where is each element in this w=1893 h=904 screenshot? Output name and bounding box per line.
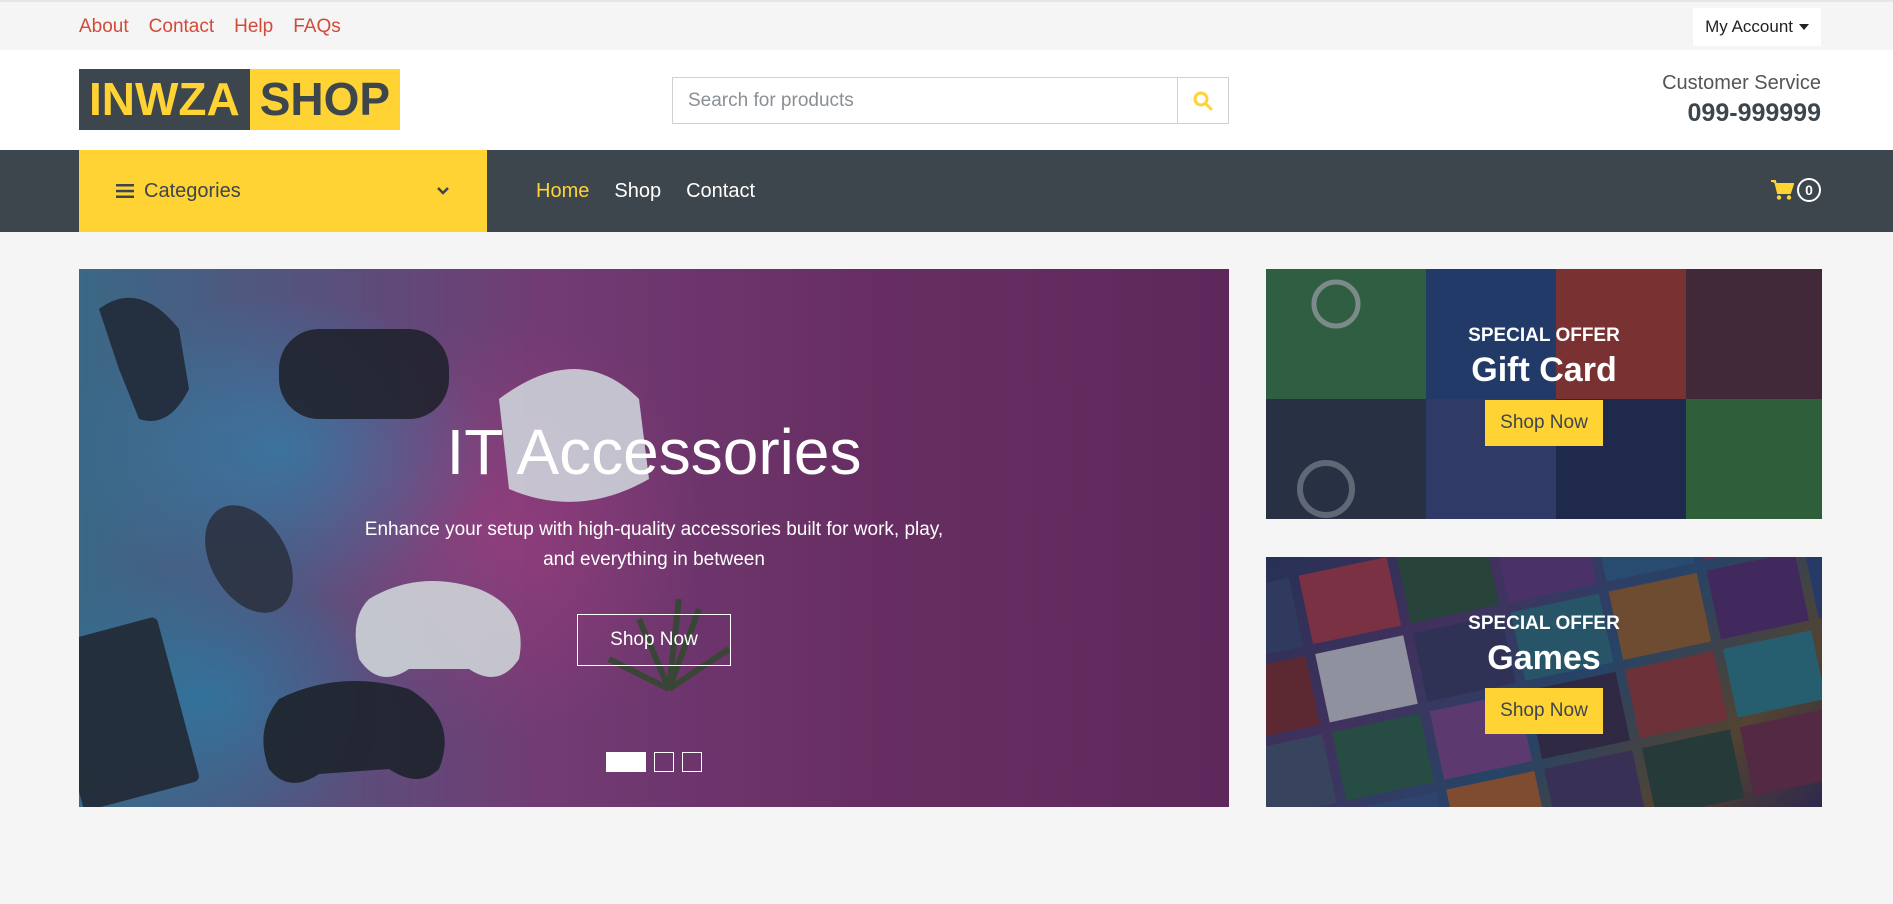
offer-caption: SPECIAL OFFER Gift Card Shop Now <box>1266 325 1822 446</box>
offer-kicker: SPECIAL OFFER <box>1468 613 1620 634</box>
main-navbar: Categories Home Shop Contact 0 <box>0 150 1893 232</box>
top-link-help[interactable]: Help <box>234 16 273 38</box>
customer-service: Customer Service 099-999999 <box>1662 72 1821 128</box>
top-link-contact[interactable]: Contact <box>149 16 214 38</box>
hero-shop-now-button[interactable]: Shop Now <box>577 614 731 666</box>
offer-card-gift-card: SPECIAL OFFER Gift Card Shop Now <box>1266 269 1822 519</box>
nav-link-shop[interactable]: Shop <box>614 180 661 203</box>
logo-part-1: INWZA <box>79 69 250 130</box>
search-input[interactable] <box>673 78 1177 123</box>
top-links: About Contact Help FAQs <box>79 16 341 38</box>
hamburger-icon <box>116 184 134 198</box>
cart-count-badge: 0 <box>1797 178 1821 202</box>
hero-subtitle: Enhance your setup with high-quality acc… <box>364 519 944 570</box>
categories-toggle[interactable]: Categories <box>79 150 487 232</box>
games-shop-now-button[interactable]: Shop Now <box>1485 688 1603 734</box>
site-header: INWZA SHOP Customer Service 099-999999 <box>0 50 1893 150</box>
carousel-indicator-1[interactable] <box>606 752 646 772</box>
nav-links: Home Shop Contact <box>536 150 755 232</box>
nav-link-home[interactable]: Home <box>536 180 589 203</box>
search-button[interactable] <box>1177 78 1228 123</box>
top-link-about[interactable]: About <box>79 16 129 38</box>
top-link-faqs[interactable]: FAQs <box>293 16 341 38</box>
nav-link-contact[interactable]: Contact <box>686 180 755 203</box>
shopping-cart-icon <box>1771 180 1794 200</box>
carousel-indicators <box>606 752 702 772</box>
caret-down-icon <box>1799 24 1809 30</box>
my-account-dropdown[interactable]: My Account <box>1693 8 1821 46</box>
carousel-indicator-3[interactable] <box>682 752 702 772</box>
customer-service-phone: 099-999999 <box>1687 99 1821 127</box>
search-bar <box>672 77 1229 124</box>
my-account-label: My Account <box>1705 17 1793 36</box>
hero-caption: IT Accessories Enhance your setup with h… <box>79 269 1229 807</box>
customer-service-label: Customer Service <box>1662 72 1821 94</box>
categories-label: Categories <box>144 179 241 202</box>
top-bar: About Contact Help FAQs My Account <box>0 0 1893 50</box>
search-icon <box>1193 91 1213 110</box>
logo[interactable]: INWZA SHOP <box>79 69 401 130</box>
offer-kicker: SPECIAL OFFER <box>1468 325 1620 346</box>
hero-carousel: IT Accessories Enhance your setup with h… <box>79 269 1229 807</box>
gift-card-shop-now-button[interactable]: Shop Now <box>1485 400 1603 446</box>
hero-title: IT Accessories <box>446 416 862 488</box>
offer-title: Gift Card <box>1471 351 1617 389</box>
offer-caption: SPECIAL OFFER Games Shop Now <box>1266 613 1822 734</box>
offer-title: Games <box>1487 639 1601 677</box>
cart-button[interactable]: 0 <box>1770 178 1821 202</box>
logo-part-2: SHOP <box>249 69 401 130</box>
carousel-indicator-2[interactable] <box>654 752 674 772</box>
offer-card-games: SPECIAL OFFER Games Shop Now <box>1266 557 1822 807</box>
chevron-down-icon <box>437 187 449 195</box>
